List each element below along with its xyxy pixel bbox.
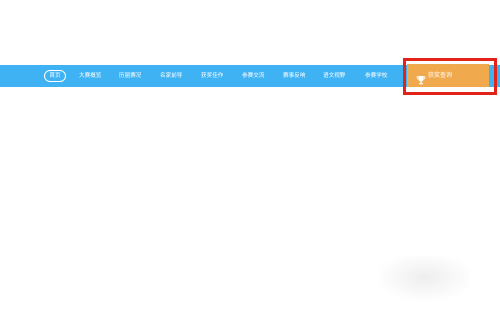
nav-item-chinese-vision[interactable]: 语文视野 [323, 65, 345, 87]
trophy-icon [416, 70, 426, 85]
award-query-tab[interactable]: 获奖查询 [407, 64, 489, 87]
nav-item-exchange[interactable]: 参赛交流 [242, 65, 264, 87]
nav-item-schools[interactable]: 参赛学校 [365, 65, 387, 87]
page: 首页 大赛概览 历届赛况 名家前导 获奖佳作 参赛交流 赛事反响 语文视野 参赛… [0, 0, 500, 313]
nav-item-overview[interactable]: 大赛概览 [79, 65, 101, 87]
nav-item-expert-guidance[interactable]: 名家前导 [160, 65, 182, 87]
nav-item-past-competitions[interactable]: 历届赛况 [119, 65, 141, 87]
nav-item-feedback[interactable]: 赛事反响 [283, 65, 305, 87]
nav-item-home[interactable]: 首页 [44, 70, 66, 82]
faint-background-smudge [380, 255, 470, 300]
nav-item-winning-works[interactable]: 获奖佳作 [201, 65, 223, 87]
award-query-label: 获奖查询 [428, 72, 453, 79]
